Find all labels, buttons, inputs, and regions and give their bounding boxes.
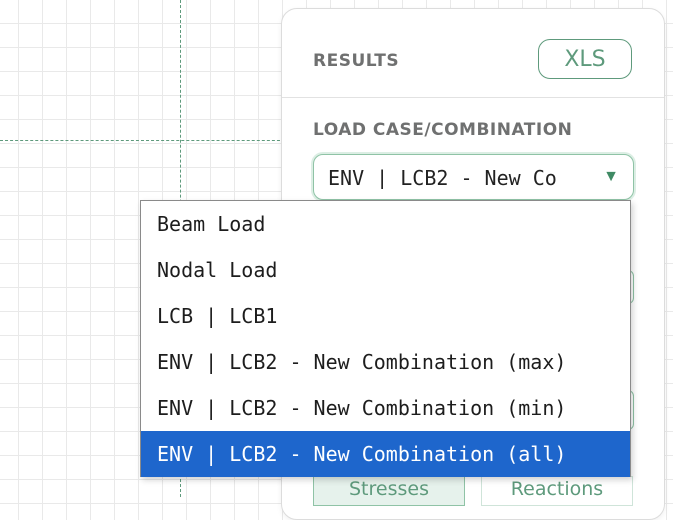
load-case-select[interactable]: ENV | LCB2 - New Co ▼ bbox=[313, 154, 634, 200]
load-case-label: LOAD CASE/COMBINATION bbox=[313, 120, 573, 140]
dropdown-option[interactable]: ENV | LCB2 - New Combination (max) bbox=[141, 339, 630, 385]
dropdown-option[interactable]: Beam Load bbox=[141, 201, 630, 247]
tab-stresses[interactable]: Stresses bbox=[313, 476, 465, 506]
results-title: RESULTS bbox=[313, 51, 400, 71]
dropdown-option[interactable]: LCB | LCB1 bbox=[141, 293, 630, 339]
dropdown-option-selected[interactable]: ENV | LCB2 - New Combination (all) bbox=[141, 431, 630, 477]
dropdown-option[interactable]: Nodal Load bbox=[141, 247, 630, 293]
load-case-dropdown-list: Beam Load Nodal Load LCB | LCB1 ENV | LC… bbox=[140, 200, 631, 477]
tab-reactions[interactable]: Reactions bbox=[481, 476, 633, 506]
export-xls-button[interactable]: XLS bbox=[538, 39, 632, 79]
dropdown-option[interactable]: ENV | LCB2 - New Combination (min) bbox=[141, 385, 630, 431]
canvas-axis-horizontal bbox=[0, 140, 290, 141]
panel-divider bbox=[282, 97, 664, 98]
chevron-down-icon: ▼ bbox=[603, 168, 619, 185]
load-case-select-value: ENV | LCB2 - New Co bbox=[328, 167, 557, 189]
